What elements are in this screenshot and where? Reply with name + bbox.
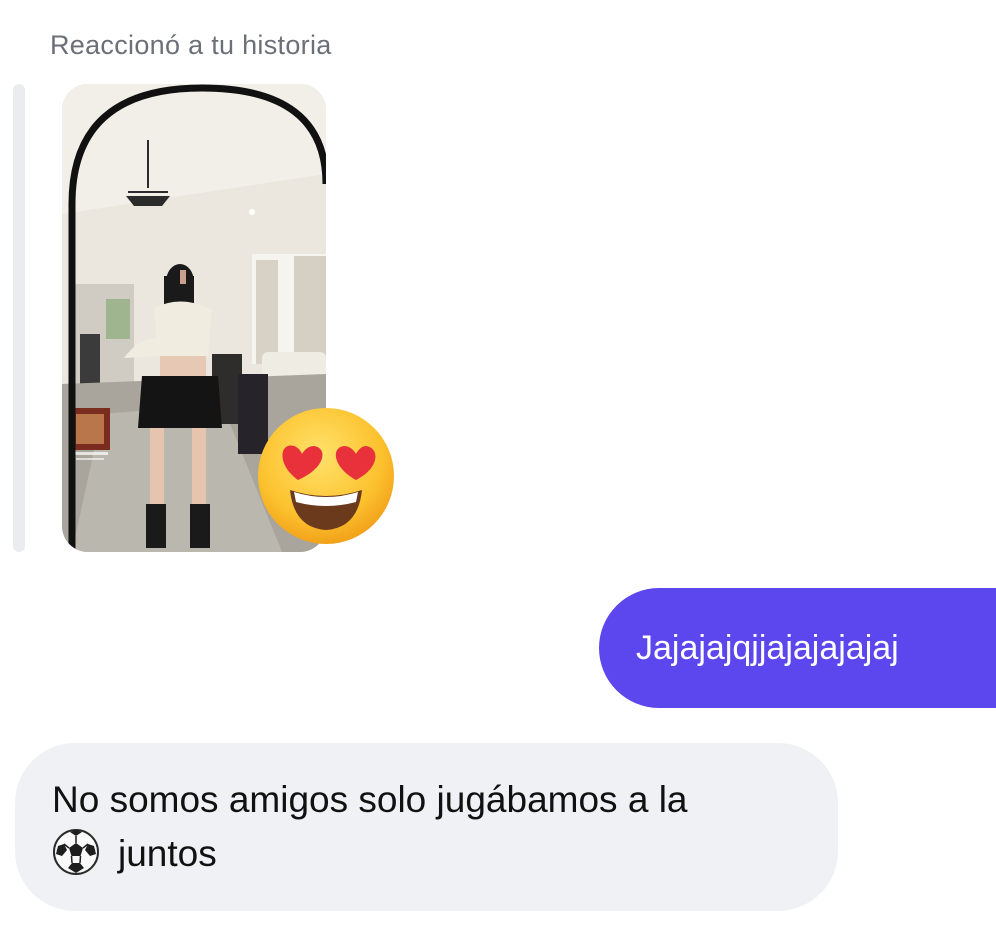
incoming-message-line-1: No somos amigos solo jugábamos a la (52, 779, 688, 820)
incoming-message-bubble[interactable]: No somos amigos solo jugábamos a la junt… (15, 743, 838, 911)
soccer-ball-icon (52, 828, 100, 876)
reply-bar (13, 84, 25, 552)
incoming-message-line-2-text: juntos (118, 833, 217, 874)
incoming-message-line-2: juntos (52, 827, 798, 881)
reaction-label: Reaccionó a tu historia (50, 30, 332, 60)
outgoing-message-text: Jajajajqjjajajajajaj (636, 629, 899, 667)
outgoing-message-bubble[interactable]: Jajajajqjjajajajajaj (599, 588, 996, 708)
heart-eyes-emoji-icon (256, 406, 396, 546)
